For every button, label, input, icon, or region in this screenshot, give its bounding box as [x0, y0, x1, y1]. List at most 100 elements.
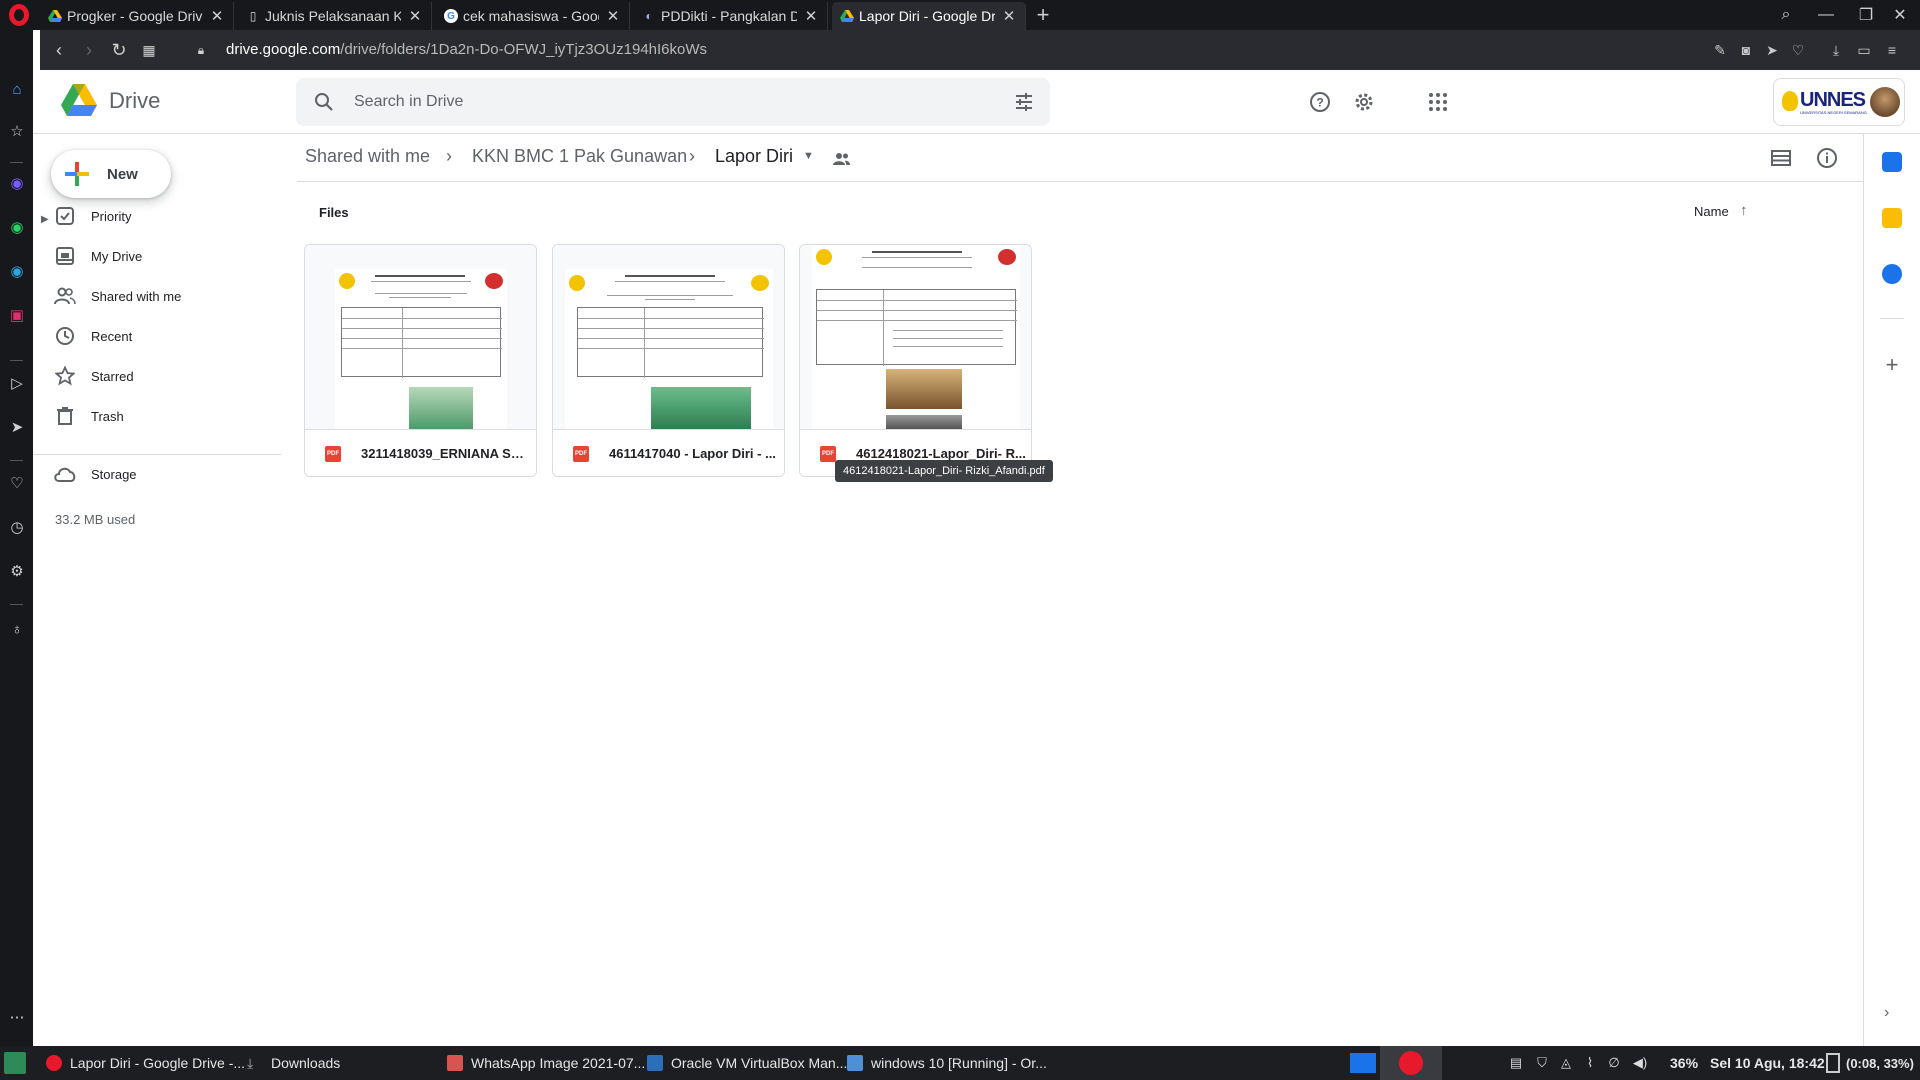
battery-percent: 36%: [1670, 1055, 1699, 1071]
tab-title: PDDikti - Pangkalan Dat: [661, 8, 797, 24]
breadcrumb-item-folder[interactable]: KKN BMC 1 Pak Gunawan: [472, 146, 687, 167]
network-icon[interactable]: ◬: [1558, 1055, 1574, 1071]
player-icon[interactable]: ▷: [6, 372, 28, 394]
storage-used-text: 33.2 MB used: [55, 512, 136, 527]
avatar[interactable]: [1870, 87, 1900, 117]
lightbulb-icon[interactable]: ♁: [6, 618, 28, 640]
help-icon[interactable]: ?: [1306, 88, 1334, 116]
home-icon[interactable]: ⌂: [6, 78, 28, 100]
camera-icon[interactable]: ◙: [1736, 40, 1756, 60]
nav-item-shared-with-me[interactable]: Shared with me: [53, 280, 273, 312]
minimize-icon[interactable]: —: [1806, 0, 1846, 30]
taskbar-item-windows-vm[interactable]: windows 10 [Running] - Or...: [847, 1046, 1047, 1080]
forward-icon[interactable]: ›: [78, 39, 100, 61]
file-card[interactable]: PDF 4611417040 - Lapor Diri - ...: [552, 244, 785, 477]
battery-time: (0:08, 33%): [1846, 1055, 1914, 1071]
bookmark-icon[interactable]: ☆: [6, 120, 28, 142]
info-icon[interactable]: [1815, 146, 1839, 170]
tab-pddikti[interactable]: ◐ PDDikti - Pangkalan Dat ✕: [634, 2, 828, 30]
search-icon[interactable]: [314, 92, 334, 112]
sort-by-name-button[interactable]: Name: [1694, 204, 1729, 219]
tab-cek-mahasiswa[interactable]: G cek mahasiswa - Google ✕: [436, 2, 630, 30]
nav-item-recent[interactable]: Recent: [53, 320, 273, 352]
account-switcher[interactable]: UNNES UNIVERSITAS NEGERI SEMARANG: [1773, 78, 1905, 126]
lock-icon[interactable]: 🔒︎: [190, 39, 212, 61]
download-icon[interactable]: ⤓: [1826, 40, 1846, 60]
paperclip-icon[interactable]: ⌇: [1582, 1055, 1598, 1071]
new-button[interactable]: New: [51, 150, 171, 198]
close-icon[interactable]: ✕: [1001, 7, 1017, 25]
clipboard-icon[interactable]: ▤: [1508, 1055, 1524, 1071]
history-icon[interactable]: ◷: [6, 516, 28, 538]
nav-item-my-drive[interactable]: My Drive: [53, 240, 273, 272]
opera-logo-icon[interactable]: [0, 0, 38, 30]
taskbar-item-image-viewer[interactable]: WhatsApp Image 2021-07...: [447, 1046, 645, 1080]
search-input[interactable]: [354, 78, 954, 126]
nav-item-starred[interactable]: Starred: [53, 360, 273, 392]
breadcrumb-item-shared-with-me[interactable]: Shared with me: [305, 146, 430, 167]
chevron-right-icon[interactable]: ›: [1884, 1004, 1889, 1022]
messenger-icon[interactable]: ◉: [6, 172, 28, 194]
start-menu-icon[interactable]: [4, 1046, 34, 1080]
new-button-label: New: [107, 165, 138, 183]
close-icon[interactable]: ✕: [407, 7, 423, 25]
volume-icon[interactable]: ◀): [1632, 1055, 1648, 1071]
telegram-icon[interactable]: ◉: [6, 260, 28, 282]
url-field[interactable]: drive.google.com/drive/folders/1Da2n-Do-…: [226, 41, 707, 58]
nav-item-trash[interactable]: Trash: [53, 400, 273, 432]
heart-icon[interactable]: ♡: [6, 472, 28, 494]
file-card[interactable]: PDF 4612418021-Lapor_Diri- R...: [799, 244, 1032, 477]
new-tab-button[interactable]: +: [1033, 3, 1053, 27]
drive-title[interactable]: Drive: [109, 88, 160, 114]
back-icon[interactable]: ‹: [48, 39, 70, 61]
arrow-up-icon[interactable]: ↑: [1740, 202, 1748, 219]
menu-icon[interactable]: ≡: [1882, 40, 1902, 60]
tray-app-icon[interactable]: [1380, 1046, 1442, 1080]
clock[interactable]: Sel 10 Agu, 18:42: [1710, 1046, 1825, 1080]
tab-lapor-diri[interactable]: Lapor Diri - Google Drive ✕: [832, 2, 1026, 30]
desktop-icon[interactable]: [1350, 1053, 1376, 1073]
taskbar-item-downloads[interactable]: ⤓ Downloads: [247, 1046, 340, 1080]
reload-icon[interactable]: ↻: [108, 39, 130, 61]
taskbar-item-virtualbox[interactable]: Oracle VM VirtualBox Man...: [647, 1046, 847, 1080]
heart-icon[interactable]: ♡: [1788, 40, 1808, 60]
file-thumbnail: [800, 245, 1031, 429]
close-icon[interactable]: ✕: [605, 7, 621, 25]
shield-icon[interactable]: ⛉: [1534, 1055, 1550, 1071]
caret-down-icon[interactable]: ▼: [803, 150, 814, 162]
flow-icon[interactable]: ➤: [6, 416, 28, 438]
search-tabs-icon[interactable]: ⌕: [1766, 0, 1806, 30]
search-options-icon[interactable]: [1014, 92, 1034, 112]
nav-item-priority[interactable]: Priority: [53, 200, 273, 232]
list-view-icon[interactable]: [1769, 146, 1793, 170]
file-card[interactable]: PDF 3211418039_ERNIANA SU...: [304, 244, 537, 477]
battery-saver-icon[interactable]: ▭: [1854, 40, 1874, 60]
taskbar-item-opera[interactable]: Lapor Diri - Google Drive -...: [46, 1046, 245, 1080]
nav-item-label: Trash: [91, 408, 124, 424]
tab-juknis[interactable]: ▯ Juknis Pelaksanaan KKN ✕: [238, 2, 432, 30]
close-window-icon[interactable]: ✕: [1880, 0, 1920, 30]
tabs-grid-icon[interactable]: ▦: [138, 39, 160, 61]
settings-icon[interactable]: ⚙: [6, 560, 28, 582]
send-icon[interactable]: ➤: [1762, 40, 1782, 60]
drive-logo-icon[interactable]: [61, 84, 97, 116]
settings-gear-icon[interactable]: [1350, 88, 1378, 116]
expand-arrow-icon[interactable]: ▶: [41, 214, 49, 225]
close-icon[interactable]: ✕: [209, 7, 225, 25]
battery-icon[interactable]: [1826, 1053, 1840, 1073]
add-addon-icon[interactable]: +: [1882, 352, 1902, 378]
whatsapp-icon[interactable]: ◉: [6, 216, 28, 238]
instagram-icon[interactable]: ▣: [6, 304, 28, 326]
tab-progker[interactable]: Progker - Google Drive ✕: [40, 2, 234, 30]
breadcrumb-item-current[interactable]: Lapor Diri: [715, 146, 793, 167]
search-box[interactable]: [296, 78, 1050, 126]
calendar-icon[interactable]: [1882, 152, 1902, 172]
more-icon[interactable]: ⋯: [6, 1006, 28, 1028]
tasks-icon[interactable]: [1882, 264, 1902, 284]
nav-item-storage[interactable]: Storage: [53, 458, 273, 490]
mic-muted-icon[interactable]: ∅: [1606, 1055, 1622, 1071]
edit-icon[interactable]: ✎: [1710, 40, 1730, 60]
keep-icon[interactable]: [1882, 208, 1902, 228]
close-icon[interactable]: ✕: [803, 7, 819, 25]
apps-grid-icon[interactable]: [1424, 88, 1452, 116]
